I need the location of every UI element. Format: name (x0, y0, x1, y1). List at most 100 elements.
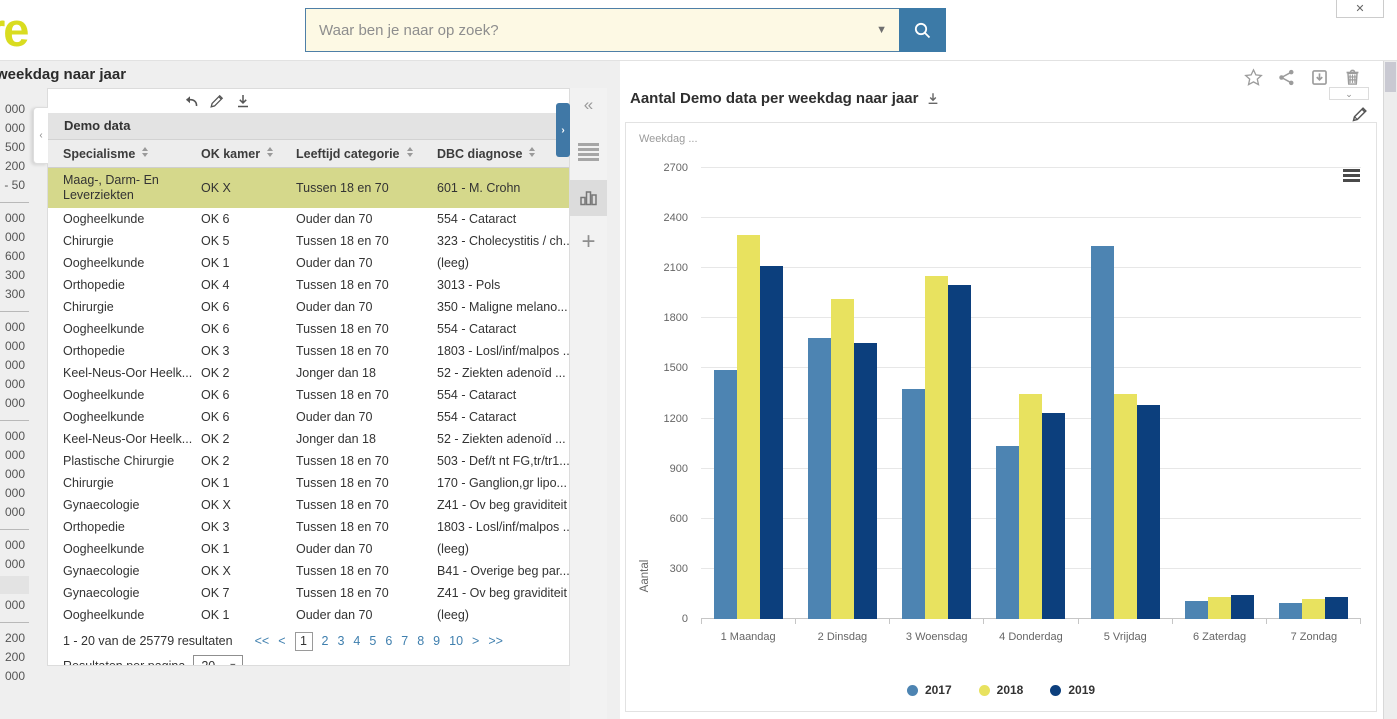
add-view-button[interactable]: + (570, 230, 607, 254)
bar-2019-2[interactable] (854, 343, 877, 619)
chevron-right-icon: › (561, 125, 564, 136)
edit-pencil-icon[interactable] (209, 93, 225, 109)
page-last[interactable]: >> (488, 634, 503, 648)
page-scrollbar-thumb[interactable] (1385, 62, 1396, 92)
list-view-button[interactable] (570, 142, 607, 162)
table-row[interactable]: Plastische ChirurgieOK 2Tussen 18 en 705… (48, 450, 569, 472)
chart-widget-title: Aantal Demo data per weekdag naar jaar (630, 90, 918, 107)
collapse-left-tab[interactable]: ‹ (33, 107, 48, 164)
sort-icon[interactable] (407, 147, 413, 157)
table-row[interactable]: OogheelkundeOK 1Ouder dan 70(leeg) (48, 252, 569, 274)
panel-resize-handle[interactable]: › (556, 103, 570, 157)
sort-icon[interactable] (267, 147, 273, 157)
filter-strip-separator (0, 304, 29, 318)
filter-strip-value: 000 (0, 465, 29, 484)
favorite-star-icon[interactable] (1244, 68, 1263, 87)
table-row[interactable]: OrthopedieOK 3Tussen 18 en 701803 - Losl… (48, 340, 569, 362)
column-header-specialisme[interactable]: Specialisme (63, 147, 201, 161)
bar-2018-2[interactable] (831, 299, 854, 619)
bar-2019-1[interactable] (760, 266, 783, 619)
bar-2017-5[interactable] (1091, 246, 1114, 619)
bar-2019-7[interactable] (1325, 597, 1348, 619)
bar-2019-3[interactable] (948, 285, 971, 619)
trash-icon[interactable] (1343, 68, 1362, 87)
table-row[interactable]: Keel-Neus-Oor Heelk...OK 2Jonger dan 185… (48, 428, 569, 450)
sort-icon[interactable] (529, 147, 535, 157)
search-dropdown-arrow-icon[interactable]: ▼ (876, 24, 887, 36)
bar-2017-3[interactable] (902, 389, 925, 620)
bar-2018-6[interactable] (1208, 597, 1231, 619)
download-icon[interactable] (235, 93, 251, 109)
per-page-select[interactable]: 20 ▼ (193, 655, 243, 666)
page-4[interactable]: 4 (353, 634, 360, 648)
bar-2018-1[interactable] (737, 235, 760, 619)
share-icon[interactable] (1277, 68, 1296, 87)
bar-2017-4[interactable] (996, 446, 1019, 619)
close-button[interactable]: ✕ (1336, 0, 1384, 18)
page-5[interactable]: 5 (369, 634, 376, 648)
page-1[interactable]: 1 (295, 632, 313, 651)
table-row[interactable]: ChirurgieOK 5Tussen 18 en 70323 - Cholec… (48, 230, 569, 252)
bar-2017-6[interactable] (1185, 601, 1208, 619)
table-row[interactable]: GynaecologieOK XTussen 18 en 70B41 - Ove… (48, 560, 569, 582)
bar-2018-4[interactable] (1019, 394, 1042, 620)
page-prev[interactable]: < (278, 634, 285, 648)
chart-download-icon[interactable] (926, 91, 940, 106)
save-export-icon[interactable] (1310, 68, 1329, 87)
page-8[interactable]: 8 (417, 634, 424, 648)
table-row-selected[interactable]: Maag-, Darm- En LeverziektenOK XTussen 1… (48, 168, 569, 208)
table-row[interactable]: OogheelkundeOK 6Tussen 18 en 70554 - Cat… (48, 318, 569, 340)
table-row[interactable]: GynaecologieOK XTussen 18 en 70Z41 - Ov … (48, 494, 569, 516)
column-header-leeftijd-categorie[interactable]: Leeftijd categorie (296, 147, 437, 161)
table-row[interactable]: ChirurgieOK 6Ouder dan 70350 - Maligne m… (48, 296, 569, 318)
widget-collapse-button[interactable]: ⌄ (1329, 87, 1369, 100)
bar-2019-4[interactable] (1042, 413, 1065, 619)
x-category-label: 2 Dinsdag (795, 631, 889, 643)
chart-view-button-selected[interactable] (570, 180, 607, 216)
legend-label: 2017 (925, 683, 952, 697)
bar-2017-1[interactable] (714, 370, 737, 619)
table-row[interactable]: ChirurgieOK 1Tussen 18 en 70170 - Gangli… (48, 472, 569, 494)
search-button[interactable] (899, 8, 946, 52)
legend-marker (1050, 685, 1061, 696)
search-input[interactable] (306, 9, 899, 51)
x-tick (1079, 619, 1173, 624)
legend-item-2017[interactable]: 2017 (907, 683, 952, 697)
table-row[interactable]: OrthopedieOK 3Tussen 18 en 701803 - Losl… (48, 516, 569, 538)
table-row[interactable]: OogheelkundeOK 6Ouder dan 70554 - Catara… (48, 208, 569, 230)
page-3[interactable]: 3 (337, 634, 344, 648)
bar-2018-7[interactable] (1302, 599, 1325, 619)
bar-2019-6[interactable] (1231, 595, 1254, 619)
legend-item-2019[interactable]: 2019 (1050, 683, 1095, 697)
table-row[interactable]: GynaecologieOK 7Tussen 18 en 70Z41 - Ov … (48, 582, 569, 604)
search-box[interactable]: ▼ (305, 8, 899, 52)
page-10[interactable]: 10 (449, 634, 463, 648)
bar-2017-2[interactable] (808, 338, 831, 619)
page-9[interactable]: 9 (433, 634, 440, 648)
collapse-panel-button[interactable]: « (570, 94, 607, 116)
sort-icon[interactable] (142, 147, 148, 157)
page-2[interactable]: 2 (322, 634, 329, 648)
table-row[interactable]: Keel-Neus-Oor Heelk...OK 2Jonger dan 185… (48, 362, 569, 384)
page-7[interactable]: 7 (401, 634, 408, 648)
page-6[interactable]: 6 (385, 634, 392, 648)
page-scrollbar-track[interactable] (1383, 60, 1397, 719)
table-row[interactable]: OrthopedieOK 4Tussen 18 en 703013 - Pols (48, 274, 569, 296)
legend-label: 2018 (997, 683, 1024, 697)
bar-2019-5[interactable] (1137, 405, 1160, 619)
undo-icon[interactable] (183, 93, 199, 109)
table-row[interactable]: OogheelkundeOK 6Tussen 18 en 70554 - Cat… (48, 384, 569, 406)
bar-2017-7[interactable] (1279, 603, 1302, 619)
table-row[interactable]: OogheelkundeOK 6Ouder dan 70554 - Catara… (48, 406, 569, 428)
column-header-dbc-diagnose[interactable]: DBC diagnose (437, 147, 569, 161)
chart-edit-pencil-icon[interactable] (1351, 105, 1369, 123)
table-row[interactable]: OogheelkundeOK 1Ouder dan 70(leeg) (48, 538, 569, 560)
table-row[interactable]: OogheelkundeOK 1Ouder dan 70(leeg) (48, 604, 569, 626)
bar-2018-3[interactable] (925, 276, 948, 619)
bar-2018-5[interactable] (1114, 394, 1137, 619)
legend-item-2018[interactable]: 2018 (979, 683, 1024, 697)
plus-icon: + (581, 228, 595, 256)
page-first[interactable]: << (255, 634, 270, 648)
page-next[interactable]: > (472, 634, 479, 648)
column-header-ok-kamer[interactable]: OK kamer (201, 147, 296, 161)
